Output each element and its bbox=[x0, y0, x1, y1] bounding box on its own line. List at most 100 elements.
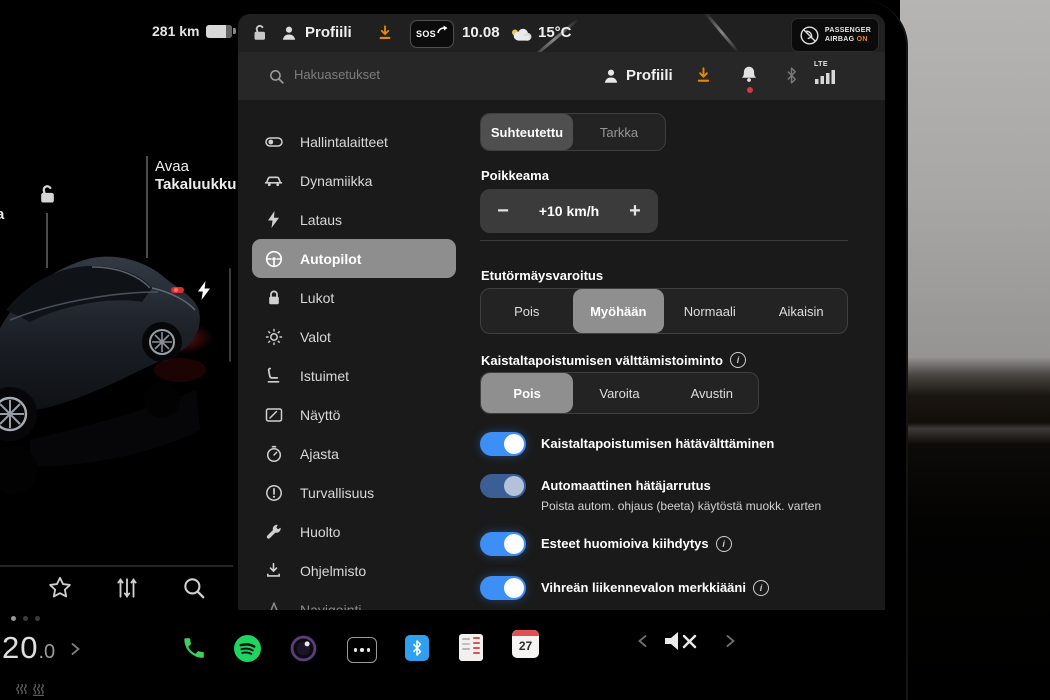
open-trunk-action: Avaa bbox=[155, 158, 189, 175]
airbag-off-icon bbox=[799, 25, 820, 46]
forward-collision-label: Etutörmäysvaroitus bbox=[481, 268, 603, 283]
lock-icon bbox=[264, 288, 283, 307]
tab-suhteutettu[interactable]: Suhteutettu bbox=[481, 114, 573, 150]
seat-icon bbox=[264, 366, 283, 385]
sos-badge[interactable]: SOS bbox=[410, 20, 454, 48]
sidebar-item-navigointi[interactable]: Navigointi bbox=[252, 590, 456, 610]
toggle-row-emergency-brake: Automaattinen hätäjarrutus Poista autom.… bbox=[480, 474, 821, 514]
open-trunk-button[interactable]: Avaa Takaluukku bbox=[155, 158, 236, 194]
software-update-icon[interactable] bbox=[376, 24, 394, 42]
info-icon[interactable]: i bbox=[753, 580, 769, 596]
airbag-state: ON bbox=[857, 36, 868, 43]
sidebar-label: Istuimet bbox=[300, 368, 349, 384]
info-icon[interactable]: i bbox=[730, 352, 746, 368]
lte-label: LTE bbox=[814, 61, 840, 68]
media-next-chevron-icon[interactable] bbox=[725, 634, 736, 648]
climate-expand-chevron-icon[interactable] bbox=[70, 642, 81, 656]
car-icon bbox=[264, 171, 283, 190]
emergency-brake-toggle[interactable] bbox=[480, 474, 526, 498]
notifications-bell-icon[interactable] bbox=[740, 65, 758, 85]
settings-panel: Profiili SOS 10.08 bbox=[238, 14, 885, 610]
more-apps-button[interactable] bbox=[347, 637, 377, 663]
toggle-row-green-light-chime: Vihreän liikennevalon merkkiääni i bbox=[480, 576, 769, 600]
sidebar-item-ajasta[interactable]: Ajasta bbox=[252, 434, 456, 473]
favorites-star-icon[interactable] bbox=[47, 575, 73, 601]
fcw-option-pois[interactable]: Pois bbox=[481, 289, 573, 333]
sos-label: SOS bbox=[416, 29, 436, 39]
forward-collision-segments: Pois Myöhään Normaali Aikaisin bbox=[480, 288, 848, 334]
offset-increase-button[interactable]: + bbox=[612, 200, 658, 223]
sidebar-label: Huolto bbox=[300, 524, 340, 540]
calendar-app-icon[interactable]: 27 bbox=[512, 630, 539, 658]
driver-profile-button[interactable]: Profiili bbox=[305, 14, 352, 52]
unlocked-icon[interactable] bbox=[36, 183, 59, 206]
bluetooth-app-icon[interactable] bbox=[405, 635, 429, 661]
info-icon[interactable]: i bbox=[716, 536, 732, 552]
sidebar-item-autopilot[interactable]: Autopilot bbox=[252, 239, 456, 278]
sidebar-item-naytto[interactable]: Näyttö bbox=[252, 395, 456, 434]
sidebar-label: Näyttö bbox=[300, 407, 340, 423]
offset-stepper: − +10 km/h + bbox=[480, 189, 658, 233]
spotify-app-icon[interactable] bbox=[233, 634, 262, 663]
sidebar-item-hallintalaitteet[interactable]: Hallintalaitteet bbox=[252, 122, 456, 161]
light-icon bbox=[264, 327, 283, 346]
toggle-label-text: Esteet huomioiva kiihdytys bbox=[541, 532, 709, 556]
vehicle-unlocked-icon[interactable] bbox=[250, 23, 270, 43]
sidebar-label: Dynamiikka bbox=[300, 173, 372, 189]
charge-port-bolt-icon[interactable] bbox=[196, 281, 212, 300]
search-settings-input[interactable] bbox=[292, 66, 516, 83]
fcw-option-myohaan[interactable]: Myöhään bbox=[573, 289, 665, 333]
sidebar-label: Autopilot bbox=[300, 251, 361, 267]
range-indicator: 281 km bbox=[152, 23, 236, 39]
dashcam-lens-app-icon[interactable] bbox=[289, 634, 318, 663]
toggle-row-obstacle-accel: Esteet huomioiva kiihdytys i bbox=[480, 532, 732, 556]
page-dots[interactable] bbox=[11, 616, 40, 621]
tab-tarkka[interactable]: Tarkka bbox=[573, 114, 665, 150]
lane-option-pois[interactable]: Pois bbox=[481, 373, 573, 413]
navigation-icon bbox=[264, 600, 283, 610]
lane-option-varoita[interactable]: Varoita bbox=[573, 373, 665, 413]
airbag-label-1: PASSENGER bbox=[825, 26, 871, 35]
settings-search-bar: Profiili LTE bbox=[238, 52, 885, 100]
lane-emergency-toggle[interactable] bbox=[480, 432, 526, 456]
toggle-label: Kaistaltapoistumisen hätävälttäminen bbox=[541, 432, 774, 456]
touchscreen: 281 km Avaa Takaluukku a bbox=[0, 0, 908, 700]
climate-temperature-control[interactable]: 20.0 bbox=[2, 630, 55, 666]
green-light-chime-toggle[interactable] bbox=[480, 576, 526, 600]
sos-arrow-icon bbox=[437, 25, 448, 36]
bluetooth-status-icon[interactable] bbox=[785, 66, 798, 85]
volume-muted-icon[interactable] bbox=[663, 630, 699, 652]
download-update-icon[interactable] bbox=[694, 66, 713, 85]
fcw-option-normaali[interactable]: Normaali bbox=[664, 289, 756, 333]
equalizer-sliders-icon[interactable] bbox=[114, 575, 140, 601]
toggle-label: Automaattinen hätäjarrutus bbox=[541, 474, 821, 498]
fcw-option-aikaisin[interactable]: Aikaisin bbox=[756, 289, 848, 333]
launcher-divider bbox=[0, 565, 233, 567]
release-notes-app-icon[interactable] bbox=[459, 634, 483, 661]
phone-app-icon[interactable] bbox=[180, 635, 206, 661]
battery-icon bbox=[206, 25, 236, 38]
sidebar-item-valot[interactable]: Valot bbox=[252, 317, 456, 356]
search-launcher-icon[interactable] bbox=[181, 575, 207, 601]
sidebar-item-ohjelmisto[interactable]: Ohjelmisto bbox=[252, 551, 456, 590]
defrost-front-icon[interactable] bbox=[15, 683, 28, 696]
profile-menu-button[interactable]: Profiili bbox=[626, 52, 673, 100]
notification-badge-dot bbox=[747, 87, 753, 93]
obstacle-accel-toggle[interactable] bbox=[480, 532, 526, 556]
sidebar-item-dynamiikka[interactable]: Dynamiikka bbox=[252, 161, 456, 200]
sidebar-label: Valot bbox=[300, 329, 331, 345]
search-icon bbox=[268, 68, 285, 85]
range-value: 281 km bbox=[152, 23, 199, 39]
status-bar: Profiili SOS 10.08 bbox=[238, 14, 885, 52]
controls-icon bbox=[264, 132, 283, 151]
sidebar-item-lukot[interactable]: Lukot bbox=[252, 278, 456, 317]
offset-decrease-button[interactable]: − bbox=[480, 200, 526, 223]
media-prev-chevron-icon[interactable] bbox=[637, 634, 648, 648]
sidebar-item-turvallisuus[interactable]: Turvallisuus bbox=[252, 473, 456, 512]
tesla-screen-photo: 281 km Avaa Takaluukku a bbox=[0, 0, 1050, 700]
sidebar-item-lataus[interactable]: Lataus bbox=[252, 200, 456, 239]
defrost-rear-icon[interactable] bbox=[32, 683, 45, 696]
sidebar-item-huolto[interactable]: Huolto bbox=[252, 512, 456, 551]
sidebar-item-istuimet[interactable]: Istuimet bbox=[252, 356, 456, 395]
lane-option-avustin[interactable]: Avustin bbox=[666, 373, 758, 413]
